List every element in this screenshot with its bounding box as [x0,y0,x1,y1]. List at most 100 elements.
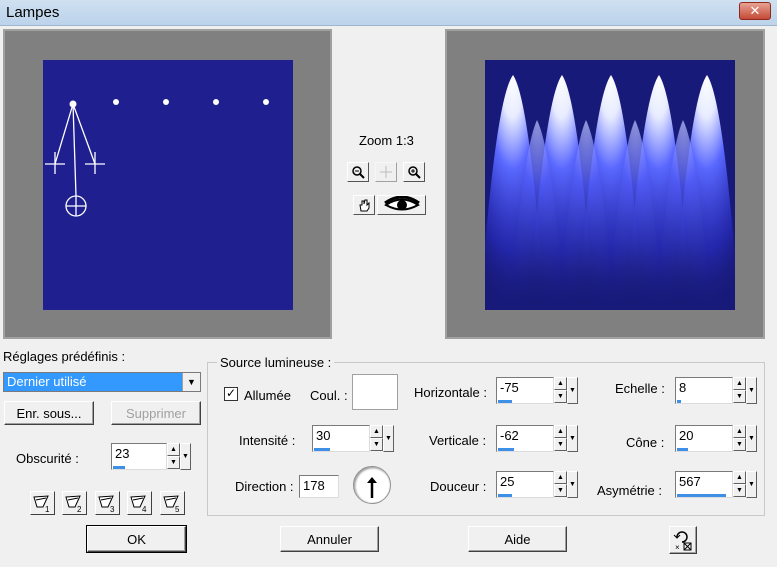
spin-down-icon[interactable]: ▼ [167,456,180,469]
obscurite-label: Obscurité : [16,451,79,466]
spin-up-icon[interactable]: ▲ [733,425,746,438]
presets-selected: Dernier utilisé [7,374,87,389]
verticale-label: Verticale : [429,433,487,448]
lamp-icon: 1 [33,495,50,514]
direction-dial[interactable] [353,466,391,504]
cone-level-bar [677,448,688,451]
lamp-preset-5-button[interactable]: 5 [160,491,185,515]
spin-down-icon[interactable]: ▼ [554,438,567,451]
obscurite-spinner[interactable]: 23 ▲ ▼ ▼ [111,443,191,475]
echelle-label: Echelle : [615,381,665,396]
horizontale-spinner[interactable]: -75 ▲ ▼ ▼ [496,377,578,409]
verticale-spinner[interactable]: -62 ▲ ▼ ▼ [496,425,578,457]
spin-down-icon[interactable]: ▼ [370,438,383,451]
result-preview-pane [445,29,765,339]
cone-label: Cône : [626,435,665,450]
spin-up-icon[interactable]: ▲ [733,377,746,390]
save-as-button[interactable]: Enr. sous... [4,401,94,425]
direction-field[interactable]: 178 [299,475,339,498]
zoom-in-button[interactable] [403,162,425,182]
lamp-position-canvas[interactable] [43,60,293,310]
spin-down-icon[interactable]: ▼ [733,484,746,497]
ok-button[interactable]: OK [86,525,187,553]
couleur-swatch[interactable] [352,374,398,410]
douceur-slider-dropdown[interactable]: ▼ [567,471,578,498]
allumee-checkbox[interactable]: ✓ [224,387,238,401]
intensite-spinner[interactable]: 30 ▲ ▼ ▼ [312,425,394,457]
direction-label: Direction : [235,479,294,494]
lamp-marker [163,99,169,105]
zoom-out-button[interactable] [347,162,369,182]
lamp-marker [213,99,219,105]
close-icon: ✕ [749,3,761,18]
lamp-number: 1 [45,505,50,514]
asymetrie-label: Asymétrie : [597,483,663,498]
hand-icon [359,199,370,212]
hand-tool-button[interactable] [353,195,375,215]
lamp-preset-2-button[interactable]: 2 [62,491,87,515]
asymetrie-spinner[interactable]: 567 ▲ ▼ ▼ [675,471,757,503]
source-preview-pane [3,29,332,339]
asymetrie-slider-dropdown[interactable]: ▼ [746,471,757,498]
horizontale-label: Horizontale : [414,385,487,400]
lamp-number: 4 [142,505,147,514]
lamp-markers [45,99,269,217]
lamp-preset-4-button[interactable]: 4 [127,491,152,515]
lamp-marker [263,99,269,105]
spin-down-icon[interactable]: ▼ [554,484,567,497]
echelle-level-bar [677,400,681,403]
spin-down-icon[interactable]: ▼ [554,390,567,403]
lamp-number: 5 [175,505,180,514]
asymetrie-level-bar [677,494,726,497]
title-bar: Lampes ✕ [0,0,777,26]
spin-up-icon[interactable]: ▲ [554,425,567,438]
obscurite-level-bar [113,466,125,469]
spin-up-icon[interactable]: ▲ [370,425,383,438]
help-button[interactable]: Aide [468,526,567,552]
spin-up-icon[interactable]: ▲ [733,471,746,484]
spin-up-icon[interactable]: ▲ [167,443,180,456]
cone-handles [45,103,105,217]
echelle-spinner[interactable]: 8 ▲ ▼ ▼ [675,377,757,409]
intensite-level-bar [314,448,330,451]
pan-button[interactable] [375,162,397,182]
preview-toggle-button[interactable] [377,195,426,215]
lamp-icon: 4 [130,495,147,514]
spin-down-icon[interactable]: ▼ [733,390,746,403]
lampes-dialog: Lampes ✕ Zoom 1:3 Réglages prédéfinis: … [0,0,777,567]
intensite-slider-dropdown[interactable]: ▼ [383,425,394,452]
lamp-preset-3-button[interactable]: 3 [95,491,120,515]
lamp-icon: 2 [65,495,82,514]
couleur-label: Coul. : [310,388,348,403]
douceur-spinner[interactable]: 25 ▲ ▼ ▼ [496,471,578,503]
lamp-icon: 5 [163,495,180,514]
obscurite-slider-dropdown[interactable]: ▼ [180,443,191,470]
delete-button[interactable]: Supprimer [111,401,201,425]
intensite-label: Intensité : [239,433,296,448]
eye-icon [383,196,420,211]
cone-spinner[interactable]: 20 ▲ ▼ ▼ [675,425,757,457]
lamp-preset-1-button[interactable]: 1 [30,491,55,515]
douceur-level-bar [498,494,512,497]
zoom-in-icon [408,166,421,179]
horizontale-slider-dropdown[interactable]: ▼ [567,377,578,404]
presets-dropdown[interactable]: Dernier utilisé ▼ [3,372,201,392]
close-button[interactable]: ✕ [739,2,771,20]
check-icon: ✓ [225,386,237,400]
spin-up-icon[interactable]: ▲ [554,377,567,390]
echelle-field[interactable]: 8 [675,377,733,404]
echelle-slider-dropdown[interactable]: ▼ [746,377,757,404]
allumee-label: Allumée [244,388,291,403]
spin-down-icon[interactable]: ▼ [733,438,746,451]
lamp-marker [113,99,119,105]
light-beams [485,75,735,310]
chevron-down-icon[interactable]: ▼ [182,373,200,391]
svg-text:×: × [675,543,680,551]
reset-button[interactable]: × [669,526,697,554]
cancel-button[interactable]: Annuler [280,526,379,552]
cone-slider-dropdown[interactable]: ▼ [746,425,757,452]
verticale-slider-dropdown[interactable]: ▼ [567,425,578,452]
lamp-number: 3 [110,505,115,514]
lamp-icon: 3 [98,495,115,514]
spin-up-icon[interactable]: ▲ [554,471,567,484]
